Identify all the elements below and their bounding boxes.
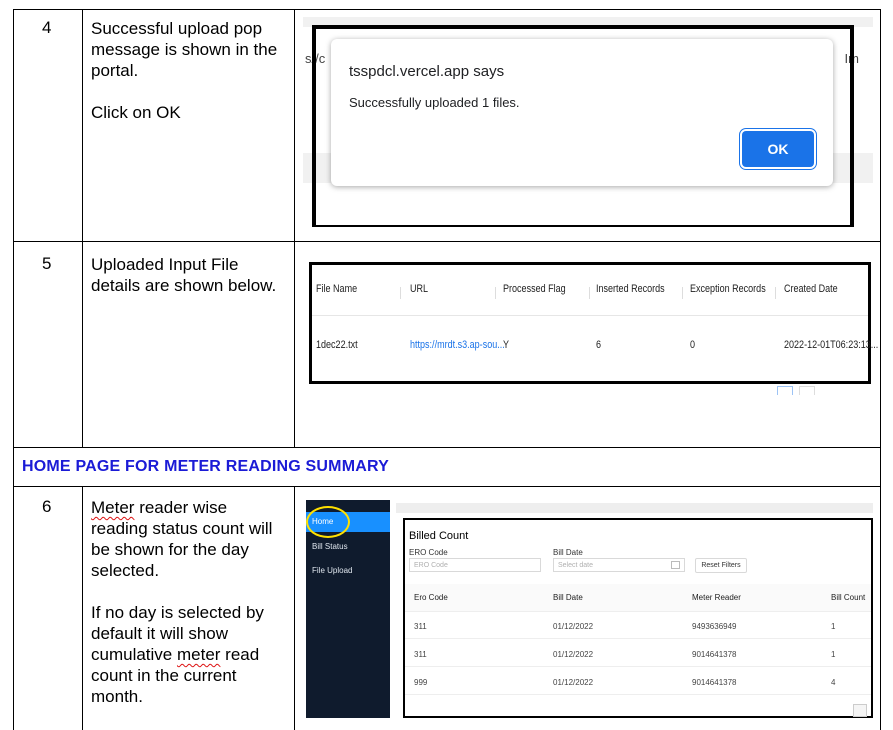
calendar-icon[interactable]: [671, 561, 680, 569]
column-header: Bill Count: [831, 593, 866, 602]
pagination-hint: [755, 385, 869, 395]
ero-code-input[interactable]: ERO Code: [409, 558, 541, 572]
top-bar: [396, 503, 873, 513]
step-number: 4: [42, 18, 52, 37]
column-header: Bill Date: [553, 593, 583, 602]
highlight-circle: [306, 506, 350, 538]
table-cell: 9014641378: [692, 678, 737, 687]
uploaded-files-screenshot: File Name URL Processed Flag Inserted Re…: [309, 262, 878, 384]
step-number: 5: [42, 254, 52, 273]
step-description: Meter reader wise reading status count w…: [91, 497, 287, 707]
column-separator: [682, 287, 683, 299]
table-cell: Y: [503, 339, 510, 351]
misspelled-word: meter: [176, 645, 221, 664]
description-paragraph: Uploaded Input File details are shown be…: [91, 255, 277, 295]
nav-item-file-upload[interactable]: File Upload: [312, 566, 352, 575]
dialog-message: Successfully uploaded 1 files.: [349, 95, 520, 110]
column-header: Ero Code: [414, 593, 448, 602]
step-description: Uploaded Input File details are shown be…: [91, 254, 287, 296]
table-cell: 01/12/2022: [553, 622, 594, 631]
bill-date-label: Bill Date: [553, 548, 583, 557]
header-divider: [312, 315, 868, 316]
file-url-link[interactable]: https://mrdt.s3.ap-sou...: [410, 339, 505, 351]
column-header: Created Date: [784, 283, 838, 295]
table-cell: 2022-12-01T06:23:13...: [784, 339, 879, 351]
table-border-right: [880, 9, 881, 730]
scroll-to-top-icon[interactable]: [853, 704, 867, 717]
table-cell: 311: [414, 622, 427, 631]
upload-success-screenshot: s//c Im tsspdcl.vercel.app says Successf…: [303, 17, 873, 227]
table-cell: 0: [690, 339, 696, 351]
table-cell: 6: [596, 339, 602, 351]
table-header: [405, 584, 871, 612]
column-separator: [775, 287, 776, 299]
dialog-title: tsspdcl.vercel.app says: [349, 63, 505, 80]
table-cell: 1: [831, 650, 836, 659]
row-divider: [405, 694, 871, 695]
step-number: 6: [42, 497, 52, 516]
table-cell: 9014641378: [692, 650, 737, 659]
description-paragraph: Meter reader wise reading status count w…: [91, 497, 287, 581]
description-paragraph: Successful upload pop message is shown i…: [91, 19, 278, 80]
column-header: Processed Flag: [503, 283, 566, 295]
table-cell: 01/12/2022: [553, 650, 594, 659]
billed-count-screenshot: Home Bill Status File Upload Billed Coun…: [306, 500, 873, 718]
table-cell: 1dec22.txt: [316, 339, 358, 351]
table-cell: 4: [831, 678, 836, 687]
description-paragraph: Click on OK: [91, 103, 181, 122]
misspelled-word: Meter: [91, 498, 135, 517]
table-cell: 9493636949: [692, 622, 737, 631]
table-row-divider: [13, 486, 880, 487]
billed-count-panel: Billed Count ERO Code ERO Code Bill Date…: [403, 518, 873, 718]
row-divider: [405, 638, 871, 639]
row-divider: [405, 666, 871, 667]
table-col-divider: [82, 486, 83, 730]
column-separator: [589, 287, 590, 299]
table-cell: 1: [831, 622, 836, 631]
column-separator: [495, 287, 496, 299]
table-border-top: [13, 9, 880, 10]
step-description: Successful upload pop message is shown i…: [91, 18, 287, 123]
table-col-divider: [82, 9, 83, 447]
table-border-left: [13, 9, 14, 730]
ero-code-label: ERO Code: [409, 548, 448, 557]
column-header: File Name: [316, 283, 358, 295]
alert-dialog: tsspdcl.vercel.app says Successfully upl…: [331, 39, 833, 186]
column-header: Meter Reader: [692, 593, 741, 602]
column-header: URL: [410, 283, 429, 295]
column-separator: [400, 287, 401, 299]
column-header: Inserted Records: [596, 283, 665, 295]
section-heading: HOME PAGE FOR METER READING SUMMARY: [22, 458, 390, 475]
column-header: Exception Records: [690, 283, 766, 295]
pagination-box[interactable]: [799, 386, 815, 395]
table-cell: 01/12/2022: [553, 678, 594, 687]
table-cell: 999: [414, 678, 428, 687]
panel-title: Billed Count: [409, 530, 469, 542]
table-col-divider: [294, 9, 295, 447]
table-row-divider: [13, 447, 880, 448]
pagination-box[interactable]: [777, 386, 793, 395]
table-col-divider: [294, 486, 295, 730]
ok-button[interactable]: OK: [742, 131, 814, 167]
table-cell: 311: [414, 650, 427, 659]
table-row-divider: [13, 241, 880, 242]
description-paragraph: If no day is selected by default it will…: [91, 602, 287, 707]
bill-date-input[interactable]: Select date: [553, 558, 685, 572]
reset-filters-button[interactable]: Reset Filters: [695, 558, 747, 573]
nav-item-bill-status[interactable]: Bill Status: [312, 542, 348, 551]
